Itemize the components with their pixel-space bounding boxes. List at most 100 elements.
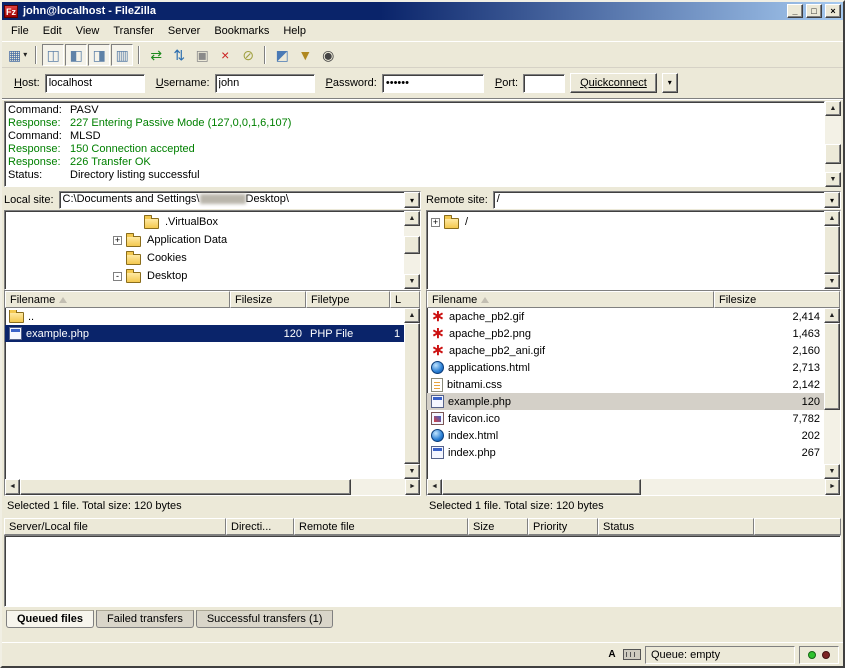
log-scroll-thumb[interactable] [825,144,841,164]
password-input[interactable] [382,74,484,93]
disconnect-icon[interactable]: ⊘ [237,44,259,66]
column-header-size[interactable]: Size [468,518,528,535]
local-list-hscroll-track[interactable] [20,479,405,495]
scroll-right-icon[interactable]: ► [405,479,420,495]
quickconnect-button[interactable]: Quickconnect [570,73,657,93]
find-icon[interactable]: ◉ [317,44,339,66]
file-row-bitnami-css[interactable]: bitnami.css2,142 [427,376,824,393]
scroll-up-icon[interactable]: ▲ [404,308,420,323]
scroll-up-icon[interactable]: ▲ [824,211,840,226]
remote-list-hscroll-thumb[interactable] [442,479,641,495]
scroll-left-icon[interactable]: ◄ [5,479,20,495]
maximize-button[interactable]: □ [806,4,822,18]
port-input[interactable] [523,74,565,93]
log-scrollbar[interactable]: ▲ ▼ [825,101,841,187]
toggle-log-icon[interactable]: ◫ [42,44,64,66]
column-header-filesize[interactable]: Filesize [714,291,840,308]
tree-expander-icon[interactable]: - [113,272,122,281]
remote-list-scrollbar[interactable]: ▲ ▼ [824,308,840,479]
local-tree-scrollbar[interactable]: ▲ ▼ [404,211,420,289]
scroll-down-icon[interactable]: ▼ [404,274,420,289]
host-input[interactable] [45,74,145,93]
file-row-apache-pb2-png[interactable]: apache_pb2.png1,463 [427,325,824,342]
local-list-scroll-track[interactable] [404,323,420,464]
toggle-queue-icon[interactable]: ▥ [111,44,133,66]
file-row-applications-html[interactable]: applications.html2,713 [427,359,824,376]
menu-item-view[interactable]: View [69,22,107,40]
local-list-hscrollbar[interactable]: ◄ ► [5,479,420,495]
toggle-local-tree-icon[interactable]: ◧ [65,44,87,66]
tree-item-application-data[interactable]: +Application Data [5,231,404,249]
remote-site-dropdown-icon[interactable]: ▾ [824,192,840,208]
site-manager-icon[interactable]: ▦▾ [5,44,30,66]
remote-list-hscrollbar[interactable]: ◄ ► [427,479,840,495]
column-header-filetype[interactable]: Filetype [306,291,390,308]
scroll-down-icon[interactable]: ▼ [824,464,840,479]
menu-item-help[interactable]: Help [276,22,313,40]
scroll-down-icon[interactable]: ▼ [824,274,840,289]
remote-site-combo[interactable]: / ▾ [493,191,841,209]
menu-item-edit[interactable]: Edit [36,22,69,40]
column-header-l[interactable]: L [390,291,420,308]
local-list-scrollbar[interactable]: ▲ ▼ [404,308,420,479]
local-site-dropdown-icon[interactable]: ▾ [404,192,420,208]
menu-item-server[interactable]: Server [161,22,207,40]
log-scroll-track[interactable] [825,116,841,172]
column-header-filename[interactable]: Filename [5,291,230,308]
close-button[interactable]: × [825,4,841,18]
tab-successful-transfers-1[interactable]: Successful transfers (1) [196,610,334,628]
tab-failed-transfers[interactable]: Failed transfers [96,610,194,628]
preview-icon[interactable]: ▣ [191,44,213,66]
scroll-down-icon[interactable]: ▼ [825,172,841,187]
tree-item-blank[interactable]: +/ [427,213,824,231]
column-header-directi[interactable]: Directi... [226,518,294,535]
username-input[interactable] [215,74,315,93]
toggle-remote-tree-icon[interactable]: ◨ [88,44,110,66]
file-row-index-php[interactable]: index.php267 [427,444,824,461]
local-list-hscroll-thumb[interactable] [20,479,351,495]
remote-list-scroll-thumb[interactable] [824,323,840,410]
column-header-filename[interactable]: Filename [427,291,714,308]
menu-item-transfer[interactable]: Transfer [106,22,161,40]
scroll-up-icon[interactable]: ▲ [824,308,840,323]
tree-item-virtualbox[interactable]: .VirtualBox [5,213,404,231]
file-row-apache-pb2-ani-gif[interactable]: apache_pb2_ani.gif2,160 [427,342,824,359]
column-header-status[interactable]: Status [598,518,754,535]
local-list-scroll-thumb[interactable] [404,323,420,464]
menu-item-file[interactable]: File [4,22,36,40]
minimize-button[interactable]: _ [787,4,803,18]
local-tree-scroll-thumb[interactable] [404,236,420,254]
file-row-example-php[interactable]: example.php120PHP File1 [5,325,404,342]
tree-item-cookies[interactable]: Cookies [5,249,404,267]
local-tree-scroll-track[interactable] [404,226,420,274]
scroll-down-icon[interactable]: ▼ [404,464,420,479]
cancel-icon[interactable]: × [214,44,236,66]
remote-list-hscroll-track[interactable] [442,479,825,495]
file-row-favicon-ico[interactable]: favicon.ico7,782 [427,410,824,427]
remote-tree-scrollbar[interactable]: ▲ ▼ [824,211,840,289]
scroll-up-icon[interactable]: ▲ [825,101,841,116]
scroll-right-icon[interactable]: ► [825,479,840,495]
tab-queued-files[interactable]: Queued files [6,610,94,628]
process-queue-icon[interactable]: ⇅ [168,44,190,66]
file-row-index-html[interactable]: index.html202 [427,427,824,444]
column-header-remote-file[interactable]: Remote file [294,518,468,535]
transfer-type-icon[interactable]: A [605,648,619,661]
column-header-priority[interactable]: Priority [528,518,598,535]
column-header-filesize[interactable]: Filesize [230,291,306,308]
tree-expander-icon[interactable]: + [113,236,122,245]
menu-item-bookmarks[interactable]: Bookmarks [207,22,276,40]
file-row-apache-pb2-gif[interactable]: apache_pb2.gif2,414 [427,308,824,325]
scroll-up-icon[interactable]: ▲ [404,211,420,226]
quickconnect-dropdown-icon[interactable]: ▾ [662,73,678,93]
scroll-left-icon[interactable]: ◄ [427,479,442,495]
refresh-icon[interactable]: ⇄ [145,44,167,66]
tree-item-desktop[interactable]: -Desktop [5,267,404,285]
filter-icon[interactable]: ▼ [294,44,316,66]
column-header-server-local-file[interactable]: Server/Local file [4,518,226,535]
local-site-combo[interactable]: C:\Documents and Settings\Desktop\ ▾ [59,191,421,209]
compare-icon[interactable]: ◩ [271,44,293,66]
remote-list-scroll-track[interactable] [824,323,840,464]
tree-expander-icon[interactable]: + [431,218,440,227]
remote-tree-scroll-thumb[interactable] [824,226,840,274]
